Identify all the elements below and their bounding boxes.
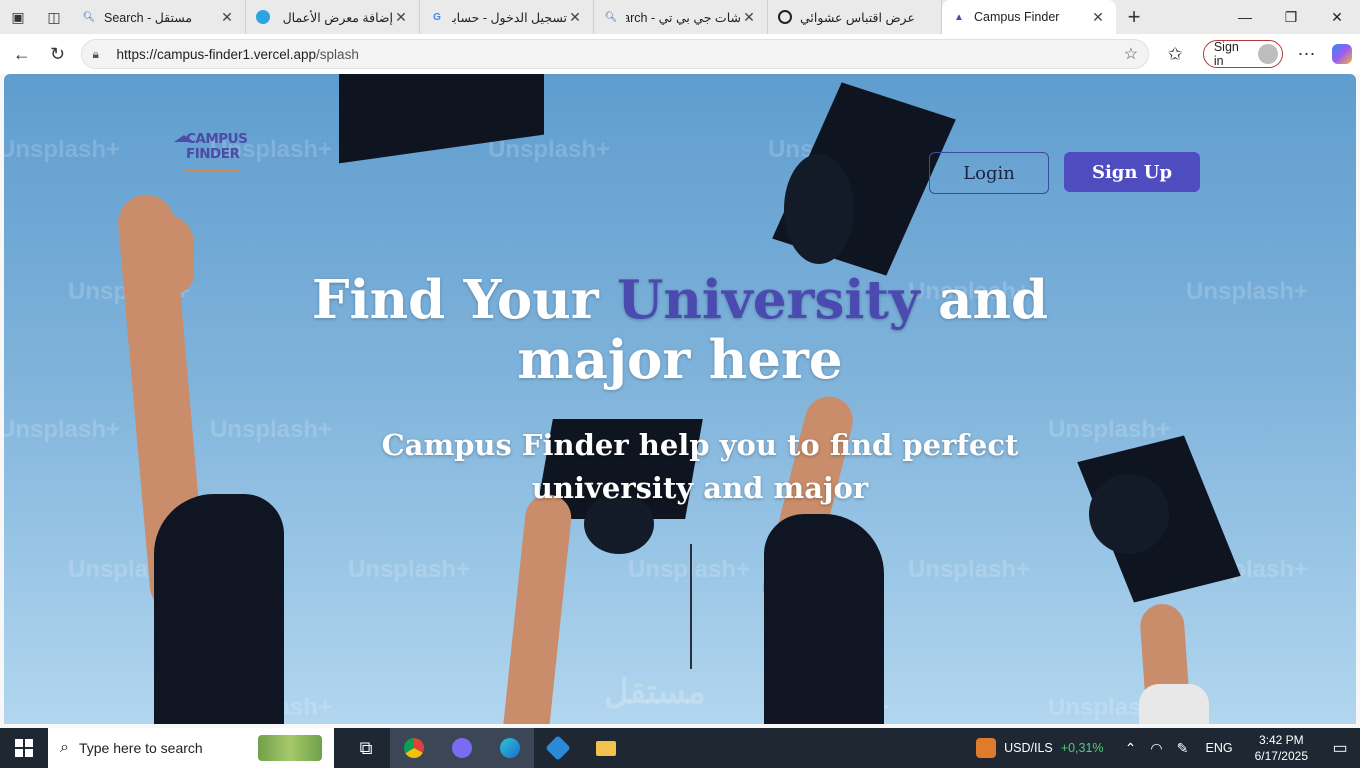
watermark: Unsplash+ (4, 416, 121, 443)
refresh-icon[interactable]: ↻ (40, 36, 76, 72)
tab-google-login[interactable]: G تسجيل الدخول - حسابات ✕ (420, 0, 594, 34)
tab-title: عرض اقتباس عشوائي (800, 10, 915, 25)
workspaces-icon[interactable]: ▣ (0, 0, 36, 34)
page-viewport: Unsplash+ Unsplash+ Unsplash+ Unsplash+ … (4, 74, 1356, 724)
window-controls: — ❐ ✕ (1222, 0, 1360, 34)
time: 3:42 PM (1258, 733, 1304, 747)
logo-swoosh (184, 168, 240, 172)
watermark: Unsplash+ (348, 556, 471, 583)
restore-icon[interactable]: ❐ (1268, 0, 1314, 34)
graduation-cap-icon (174, 135, 194, 142)
tassel-image (690, 544, 692, 669)
tab-title: تسجيل الدخول - حسابات (452, 10, 567, 25)
currency-icon (976, 738, 997, 758)
watermark: Unsplash+ (488, 136, 611, 163)
tab-title: شات جي بي تي - arch (626, 10, 741, 25)
chevron-up-icon[interactable]: ⌃ (1118, 740, 1144, 757)
close-window-icon[interactable]: ✕ (1314, 0, 1360, 34)
browser-toolbar: ← ↻ 🔒︎ https://campus-finder1.vercel.app… (0, 34, 1360, 74)
tab-title: مستقل - Search (104, 10, 193, 25)
address-bar[interactable]: 🔒︎ https://campus-finder1.vercel.app/spl… (81, 39, 1150, 69)
new-tab-icon[interactable]: + (1116, 0, 1152, 34)
watermark: Unsplash+ (1048, 416, 1171, 443)
watermark: Unsplash+ (908, 556, 1031, 583)
file-explorer-icon[interactable] (582, 728, 630, 768)
more-icon[interactable]: ⋯ (1289, 36, 1325, 72)
search-icon: 🔍︎ (82, 11, 96, 23)
watermark: Unsplash+ (1186, 278, 1309, 305)
copilot-icon[interactable] (1324, 36, 1360, 72)
raised-arm-image (500, 492, 574, 724)
sign-in-button[interactable]: Sign in (1202, 40, 1283, 68)
lock-icon[interactable]: 🔒︎ (92, 47, 116, 62)
edge-icon[interactable] (486, 728, 534, 768)
currency-change: +0,31% (1060, 741, 1104, 755)
mostaql-icon (256, 10, 270, 24)
campus-finder-icon: ▲ (954, 11, 964, 23)
search-highlight-image (258, 735, 322, 761)
tab-title: إضافة معرض الأعمال | (278, 10, 393, 25)
url-text[interactable]: https://campus-finder1.vercel.app/splash (116, 47, 1123, 62)
chrome-icon[interactable] (390, 728, 438, 768)
task-view-icon[interactable]: ⧉ (342, 728, 390, 768)
tab-mostaql-search[interactable]: 🔍︎ مستقل - Search ✕ (72, 0, 246, 34)
wifi-icon[interactable]: ◠ (1144, 740, 1170, 757)
hero-text: Find Your (311, 269, 618, 331)
minimize-icon[interactable]: — (1222, 0, 1268, 34)
tab-campus-finder[interactable]: ▲ Campus Finder ✕ (942, 0, 1116, 34)
tab-random-quote[interactable]: عرض اقتباس عشوائي (768, 0, 942, 34)
search-icon: ⌕ (60, 739, 69, 756)
hero-highlight: University (617, 269, 920, 331)
currency-widget[interactable]: USD/ILS +0,31% (976, 738, 1104, 758)
clock[interactable]: 3:42 PM 6/17/2025 (1255, 732, 1308, 764)
avatar (1257, 44, 1278, 64)
notifications-icon[interactable]: ▭ (1320, 738, 1360, 758)
graduation-cap-image (1089, 474, 1169, 554)
back-icon[interactable]: ← (4, 36, 40, 72)
tab-title: Campus Finder (974, 10, 1060, 24)
raised-hand-image (124, 214, 194, 294)
close-tab-icon[interactable]: ✕ (567, 9, 583, 26)
campus-finder-logo[interactable]: CAMPUS FINDER (174, 132, 254, 176)
hero-subtitle: Campus Finder help you to find perfect u… (381, 428, 1019, 505)
graduation-cap-image (784, 154, 854, 264)
taskbar-search-box[interactable]: ⌕ Type here to search (48, 728, 334, 768)
close-tab-icon[interactable]: ✕ (393, 9, 409, 26)
windows-logo-icon (15, 739, 33, 757)
tab-chatgpt-search[interactable]: 🔍︎ شات جي بي تي - arch ✕ (594, 0, 768, 34)
search-icon: 🔍︎ (604, 11, 618, 23)
watermark: Unsplash+ (4, 136, 121, 163)
tab-actions-icon[interactable]: ◫ (36, 0, 72, 34)
sleeve-image (154, 494, 284, 724)
google-icon: G (433, 11, 441, 23)
sleeve-image (764, 514, 884, 724)
hero-heading: Find Your University and major here (254, 270, 1106, 390)
date: 6/17/2025 (1254, 749, 1308, 763)
watermark: Unsplash+ (210, 416, 333, 443)
signup-button[interactable]: Sign Up (1064, 152, 1200, 192)
search-placeholder: Type here to search (78, 740, 203, 756)
close-tab-icon[interactable]: ✕ (1090, 9, 1106, 26)
pen-icon[interactable]: ✎ (1170, 740, 1196, 757)
favorites-icon[interactable]: ✩ (1157, 36, 1193, 72)
windows-taskbar: ⌕ Type here to search ⧉ USD/ILS +0,31% ⌃… (0, 728, 1360, 768)
logo-line-1: CAMPUS (186, 131, 248, 147)
login-button[interactable]: Login (929, 152, 1049, 194)
language-indicator[interactable]: ENG (1206, 741, 1233, 755)
logo-line-2: FINDER (186, 146, 240, 162)
sleeve-image (1139, 684, 1209, 724)
openai-icon (778, 10, 792, 24)
vscode-icon[interactable] (534, 728, 582, 768)
close-tab-icon[interactable]: ✕ (741, 9, 757, 26)
tab-mostaql-portfolio[interactable]: إضافة معرض الأعمال | ✕ (246, 0, 420, 34)
site-watermark: مستقل (604, 673, 706, 711)
tab-strip: ▣ ◫ 🔍︎ مستقل - Search ✕ إضافة معرض الأعم… (0, 0, 1360, 34)
close-tab-icon[interactable]: ✕ (219, 9, 235, 26)
discord-icon[interactable] (438, 728, 486, 768)
start-button[interactable] (0, 728, 48, 768)
favorite-star-icon[interactable]: ☆ (1124, 44, 1138, 64)
system-tray: USD/ILS +0,31% ⌃ ◠ ✎ ENG 3:42 PM 6/17/20… (976, 728, 1360, 768)
sign-in-label: Sign in (1213, 40, 1239, 68)
currency-pair: USD/ILS (1004, 741, 1053, 755)
